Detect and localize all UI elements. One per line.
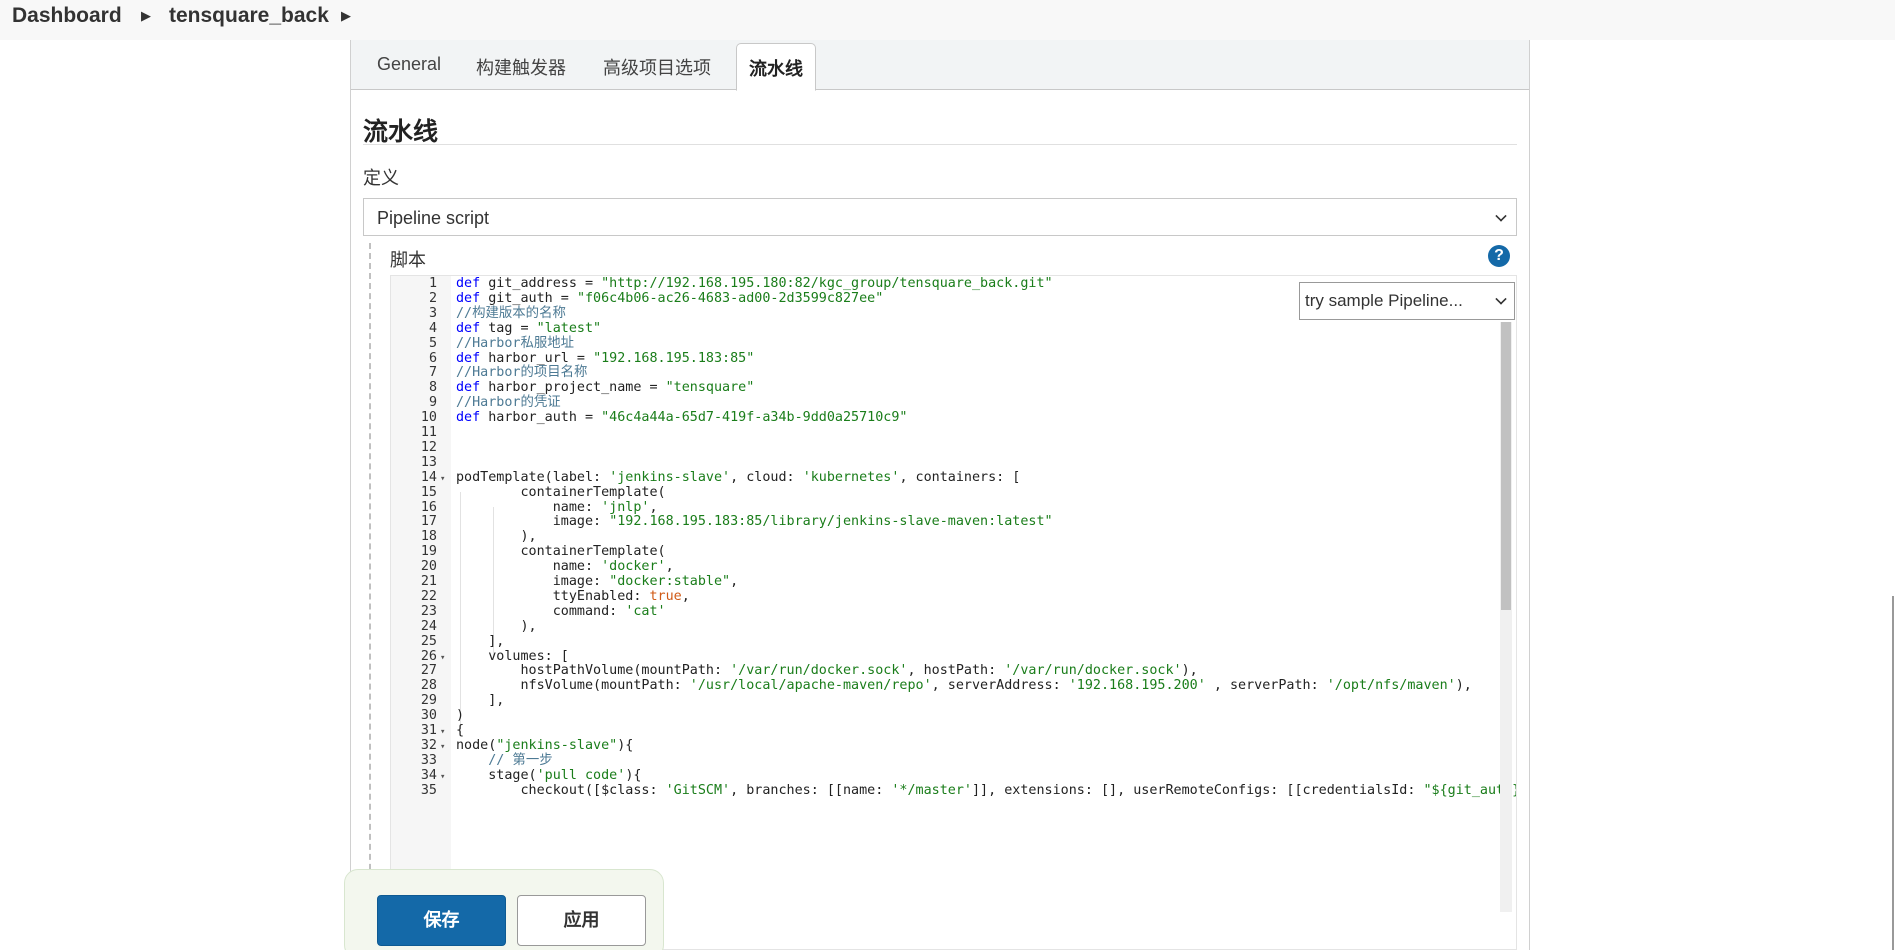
code-line[interactable]: 35 checkout([$class: 'GitSCM', branches:… — [391, 782, 1516, 800]
help-icon[interactable]: ? — [1488, 245, 1510, 267]
definition-select[interactable]: Pipeline script — [363, 198, 1517, 236]
apply-button[interactable]: 应用 — [517, 895, 646, 946]
scrollbar-thumb[interactable] — [1501, 322, 1511, 610]
breadcrumb-project[interactable]: tensquare_back — [169, 4, 329, 28]
script-label: 脚本 — [390, 250, 426, 270]
save-button[interactable]: 保存 — [377, 895, 506, 946]
tab-bar: General 构建触发器 高级项目选项 流水线 — [351, 40, 1529, 91]
save-bar: 保存 应用 — [344, 869, 664, 950]
script-editor[interactable]: 1 def git_address = "http://192.168.195.1… — [390, 275, 1517, 950]
tab-general[interactable]: General — [377, 54, 441, 75]
nested-indent-line — [369, 243, 371, 950]
chevron-right-icon[interactable]: ▶ — [341, 8, 351, 24]
breadcrumb: Dashboard ▶ tensquare_back ▶ — [0, 0, 1895, 40]
editor-scrollbar[interactable] — [1500, 322, 1512, 912]
chevron-down-icon — [1495, 210, 1507, 222]
chevron-right-icon[interactable]: ▶ — [141, 8, 151, 24]
tab-pipeline[interactable]: 流水线 — [736, 43, 816, 91]
breadcrumb-dashboard[interactable]: Dashboard — [12, 4, 122, 28]
definition-label: 定义 — [363, 168, 399, 188]
section-title: 流水线 — [363, 118, 439, 146]
sample-pipeline-select[interactable]: try sample Pipeline... — [1299, 282, 1515, 320]
tab-build-triggers[interactable]: 构建触发器 — [476, 54, 566, 80]
page-scrollbar[interactable] — [1892, 596, 1894, 950]
definition-value: Pipeline script — [377, 208, 490, 228]
chevron-down-icon — [1495, 293, 1507, 305]
tab-advanced-options[interactable]: 高级项目选项 — [603, 54, 711, 80]
divider — [363, 144, 1517, 145]
sample-pipeline-value: try sample Pipeline... — [1305, 291, 1463, 310]
line-number: 35 — [420, 782, 437, 798]
code-text: checkout([$class: 'GitSCM', branches: [[… — [456, 782, 1516, 798]
config-panel: General 构建触发器 高级项目选项 流水线 流水线 定义 Pipeline… — [350, 40, 1530, 950]
